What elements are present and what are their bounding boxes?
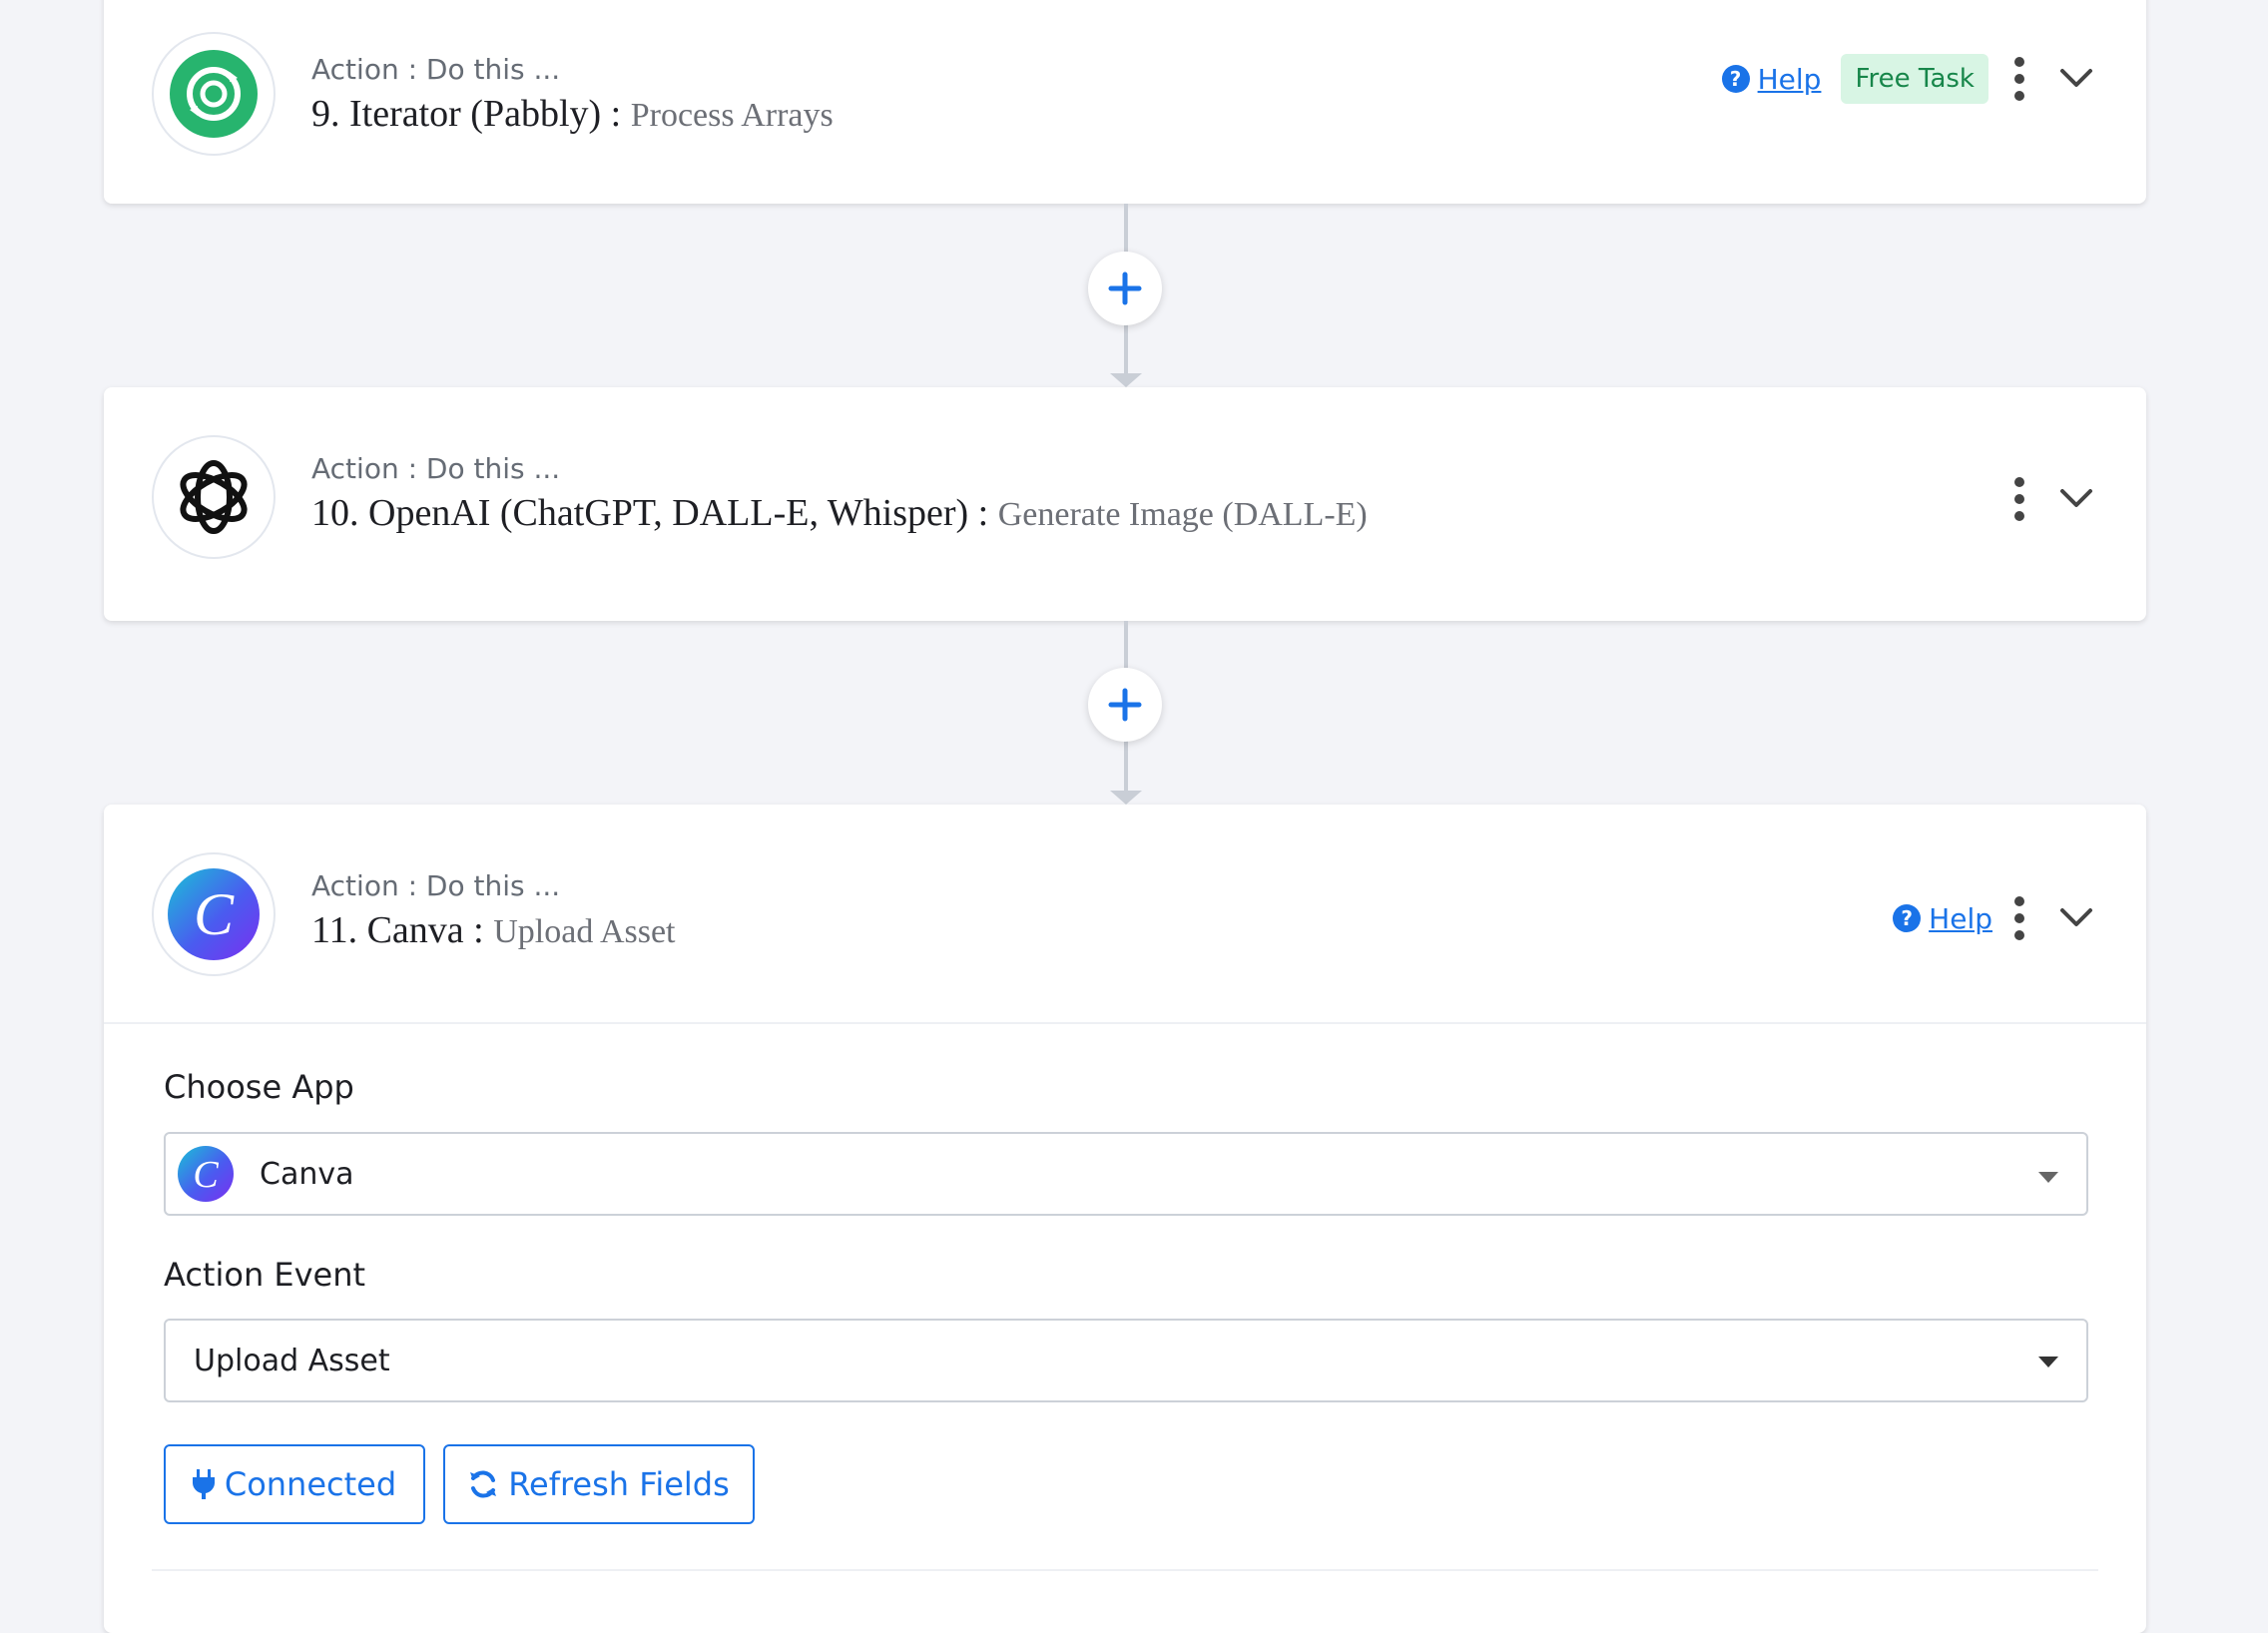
more-options-icon[interactable]	[2012, 57, 2026, 101]
action-event-label: Action Event	[164, 1256, 366, 1294]
step-app-name: 9. Iterator (Pabbly) :	[311, 93, 631, 135]
step-text-9: Action : Do this ... 9. Iterator (Pabbly…	[311, 50, 1499, 140]
iterator-icon	[170, 50, 258, 138]
svg-text:C: C	[194, 881, 235, 947]
openai-logo	[152, 435, 276, 559]
connector-arrow	[1110, 791, 1142, 805]
openai-icon	[180, 460, 248, 534]
help-icon: ?	[1893, 904, 1922, 932]
card-controls-9: ? Help Free Task	[1721, 54, 2096, 104]
dropdown-caret-icon	[2038, 1357, 2058, 1367]
choose-app-select[interactable]: C Canva	[164, 1132, 2088, 1216]
step-card-10[interactable]: Action : Do this ... 10. OpenAI (ChatGPT…	[104, 387, 2146, 621]
help-link[interactable]: ? Help	[1721, 62, 1822, 96]
chevron-down-icon[interactable]	[2056, 479, 2096, 519]
more-options-icon[interactable]	[2012, 896, 2026, 940]
plus-icon	[1108, 688, 1142, 722]
step-title: 10. OpenAI (ChatGPT, DALL-E, Whisper) : …	[311, 489, 1419, 539]
header-divider	[104, 1022, 2146, 1024]
help-label: Help	[1757, 62, 1822, 96]
refresh-fields-label: Refresh Fields	[508, 1465, 730, 1503]
plug-icon	[192, 1469, 215, 1499]
step-text-11: Action : Do this ... 11. Canva : Upload …	[311, 866, 1499, 956]
step-title: 11. Canva : Upload Asset	[311, 906, 1499, 956]
free-task-badge: Free Task	[1841, 54, 1988, 104]
step-card-11[interactable]: C Action : Do this ... 11. Canva : Uploa…	[104, 805, 2146, 1633]
canva-icon: C	[178, 1146, 234, 1202]
connector-arrow	[1110, 373, 1142, 387]
more-options-icon[interactable]	[2012, 477, 2026, 521]
help-label: Help	[1929, 901, 1992, 935]
action-event-value: Upload Asset	[194, 1343, 390, 1378]
connected-label: Connected	[224, 1465, 397, 1503]
step-app-name: 10. OpenAI (ChatGPT, DALL-E, Whisper) :	[311, 492, 998, 534]
section-divider	[152, 1569, 2098, 1571]
step-event-name: Upload Asset	[493, 913, 676, 950]
action-event-select[interactable]: Upload Asset	[164, 1319, 2088, 1402]
iterator-logo	[152, 32, 276, 156]
help-link[interactable]: ? Help	[1893, 902, 1992, 935]
action-label: Action : Do this ...	[311, 869, 561, 902]
refresh-fields-button[interactable]: Refresh Fields	[443, 1444, 755, 1524]
add-step-button[interactable]	[1088, 668, 1162, 742]
canva-icon: C	[168, 868, 260, 960]
card-controls-10	[2012, 477, 2096, 521]
choose-app-value: Canva	[260, 1156, 354, 1192]
step-app-name: 11. Canva :	[311, 909, 494, 951]
canva-logo: C	[152, 852, 276, 976]
plus-icon	[1108, 272, 1142, 305]
step-card-9[interactable]: Action : Do this ... 9. Iterator (Pabbly…	[104, 0, 2146, 204]
chevron-down-icon[interactable]	[2056, 59, 2096, 99]
connected-button[interactable]: Connected	[164, 1444, 425, 1524]
chevron-down-icon[interactable]	[2056, 898, 2096, 938]
action-label: Action : Do this ...	[311, 53, 561, 86]
step-event-name: Process Arrays	[630, 97, 834, 134]
step-title: 9. Iterator (Pabbly) : Process Arrays	[311, 90, 1499, 140]
dropdown-caret-icon	[2038, 1172, 2058, 1183]
step-event-name: Generate Image (DALL-E)	[997, 496, 1368, 533]
choose-app-label: Choose App	[164, 1068, 354, 1106]
action-label: Action : Do this ...	[311, 452, 561, 485]
help-icon: ?	[1721, 65, 1750, 93]
add-step-button[interactable]	[1088, 252, 1162, 325]
card-controls-11: ? Help	[1893, 896, 2096, 940]
svg-text:C: C	[193, 1154, 219, 1196]
refresh-icon	[470, 1470, 497, 1498]
step-text-10: Action : Do this ... 10. OpenAI (ChatGPT…	[311, 435, 1419, 539]
